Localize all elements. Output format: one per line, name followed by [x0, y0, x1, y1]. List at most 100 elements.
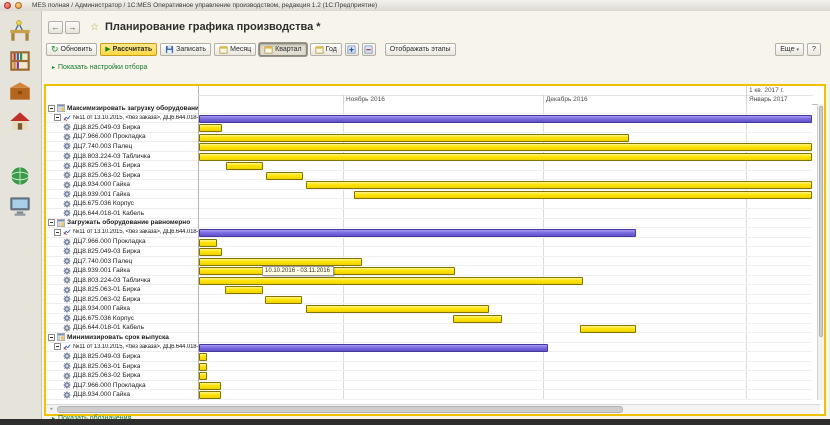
expander-icon[interactable] [54, 114, 61, 121]
task-bar[interactable] [453, 315, 502, 323]
tree-leaf-row[interactable]: ДЦ7.740.003 Палец [46, 257, 198, 267]
month-scale-button[interactable]: Месяц [214, 43, 256, 56]
house-icon[interactable] [4, 108, 36, 134]
task-bar[interactable] [199, 353, 207, 361]
task-bar[interactable] [199, 277, 583, 285]
task-bar[interactable] [266, 172, 303, 180]
horizontal-scrollbar[interactable]: ◂ [46, 404, 820, 414]
tree-leaf-row[interactable]: ДЦ7.966.000 Прокладка [46, 238, 198, 248]
tree-group-row[interactable]: Загружать оборудование равномерно [46, 219, 198, 229]
row-label: ДЦ8.825.049-03 Бирка [73, 353, 140, 360]
tree-leaf-row[interactable]: ДЦ8.825.063-01 Бирка [46, 362, 198, 372]
save-button[interactable]: Записать [160, 43, 211, 56]
task-bar[interactable] [354, 191, 812, 199]
row-label: ДЦ8.825.063-01 Бирка [73, 363, 140, 370]
quarter-scale-button[interactable]: Квартал [259, 43, 306, 56]
expander-icon[interactable] [54, 343, 61, 350]
tree-leaf-row[interactable]: ДЦ8.825.049-03 Бирка [46, 247, 198, 257]
horizontal-scrollbar-thumb[interactable] [57, 406, 623, 413]
scale-increase-button[interactable] [345, 43, 359, 56]
tree-leaf-row[interactable]: ДЦ8.825.063-01 Бирка [46, 161, 198, 171]
bookshelf-icon[interactable] [4, 48, 36, 74]
tree-order-row[interactable]: №11 от 13.10.2015, <без заказа>, ДЦ6.644… [46, 114, 198, 124]
task-bar[interactable] [199, 258, 362, 266]
more-button[interactable]: Еще ▾ [775, 43, 804, 56]
box-icon[interactable] [4, 78, 36, 104]
back-button[interactable]: ← [48, 21, 63, 34]
task-bar[interactable] [199, 248, 222, 256]
task-bar[interactable] [199, 363, 207, 371]
task-bar[interactable] [225, 286, 263, 294]
year-label: Год [326, 46, 337, 53]
task-bar[interactable] [199, 143, 812, 151]
task-bar[interactable] [265, 296, 302, 304]
task-bar[interactable] [199, 153, 812, 161]
show-stages-button[interactable]: Отображать этапы [385, 43, 456, 56]
help-button[interactable]: ? [807, 43, 821, 56]
expander-icon[interactable] [54, 229, 61, 236]
tree-leaf-row[interactable]: ДЦ8.825.063-01 Бирка [46, 285, 198, 295]
tree-order-row[interactable]: №11 от 13.10.2015, <без заказа>, ДЦ6.644… [46, 343, 198, 353]
tree-leaf-row[interactable]: ДЦ8.934.000 Гайка [46, 180, 198, 190]
tree-leaf-row[interactable]: ДЦ7.740.003 Палец [46, 142, 198, 152]
expander-icon[interactable] [48, 105, 55, 112]
tree-leaf-row[interactable]: ДЦ8.825.063-02 Бирка [46, 295, 198, 305]
tree-leaf-row[interactable]: ДЦ8.934.000 Гайка [46, 304, 198, 314]
forward-button[interactable]: → [65, 21, 80, 34]
expander-icon[interactable] [48, 334, 55, 341]
tree-leaf-row[interactable]: ДЦ8.939.001 Гайка [46, 190, 198, 200]
tree-leaf-row[interactable]: ДЦ7.966.000 Прокладка [46, 381, 198, 391]
tree-leaf-row[interactable]: ДЦ7.966.000 Прокладка [46, 133, 198, 143]
order-bar[interactable] [199, 344, 548, 352]
tree-leaf-row[interactable]: ДЦ8.939.001 Гайка [46, 266, 198, 276]
scale-decrease-button[interactable] [362, 43, 376, 56]
tree-leaf-row[interactable]: ДЦ8.825.063-02 Бирка [46, 171, 198, 181]
task-bar[interactable] [306, 181, 812, 189]
tree-group-row[interactable]: Минимизировать срок выпуска [46, 333, 198, 343]
month-header-label: Декабрь 2016 [546, 95, 588, 104]
task-bar[interactable] [226, 162, 263, 170]
favorite-star-icon[interactable]: ☆ [90, 22, 99, 33]
task-bar[interactable] [199, 372, 207, 380]
refresh-button[interactable]: ↻ Обновить [46, 43, 97, 56]
chart-row [199, 304, 812, 314]
tree-leaf-row[interactable]: ДЦ6.644.018-01 Кабель [46, 209, 198, 219]
filter-settings-link[interactable]: ▸ Показать настройки отбора [52, 64, 147, 71]
calculate-button[interactable]: ▶ Рассчитать [100, 43, 157, 56]
window-close-button[interactable] [4, 2, 11, 9]
chart-row [199, 371, 812, 381]
task-bar[interactable] [199, 134, 629, 142]
tree-leaf-row[interactable]: ДЦ8.934.000 Гайка [46, 390, 198, 400]
desk-icon[interactable] [4, 18, 36, 44]
tree-group-row[interactable]: Максимизировать загрузку оборудования [46, 104, 198, 114]
row-label: ДЦ6.644.018-01 Кабель [73, 210, 144, 217]
tree-leaf-row[interactable]: ДЦ6.644.018-01 Кабель [46, 324, 198, 334]
globe-icon[interactable] [4, 163, 36, 189]
tree-leaf-row[interactable]: ДЦ6.675.036 Корпус [46, 199, 198, 209]
vertical-scrollbar-thumb[interactable] [819, 106, 823, 337]
vertical-scrollbar[interactable] [817, 104, 824, 400]
tree-leaf-row[interactable]: ДЦ8.825.063-02 Бирка [46, 371, 198, 381]
monitor-icon[interactable] [4, 193, 36, 219]
tree-leaf-row[interactable]: ДЦ8.825.049-03 Бирка [46, 352, 198, 362]
tree-order-row[interactable]: №11 от 13.10.2015, <без заказа>, ДЦ6.644… [46, 228, 198, 238]
task-bar[interactable] [199, 382, 221, 390]
gear-icon [63, 305, 71, 313]
tree-leaf-row[interactable]: ДЦ8.803.224-03 Табличка [46, 152, 198, 162]
scroll-left-arrow-icon[interactable]: ◂ [47, 406, 55, 413]
task-bar[interactable] [199, 239, 217, 247]
task-bar[interactable] [306, 305, 489, 313]
task-bar[interactable] [199, 391, 221, 399]
task-bar[interactable] [580, 325, 636, 333]
year-scale-button[interactable]: Год [310, 43, 342, 56]
task-bar[interactable] [199, 124, 222, 132]
help-label: ? [812, 46, 816, 53]
tree-leaf-row[interactable]: ДЦ8.803.224-03 Табличка [46, 276, 198, 286]
tree-leaf-row[interactable]: ДЦ6.675.036 Корпус [46, 314, 198, 324]
tree-leaf-row[interactable]: ДЦ8.825.049-03 Бирка [46, 123, 198, 133]
order-bar[interactable] [199, 115, 812, 123]
window-minimize-button[interactable] [15, 2, 22, 9]
expander-icon[interactable] [48, 219, 55, 226]
order-bar[interactable] [199, 229, 636, 237]
date-range-tooltip: 10.10.2016 - 03.11.2016 [262, 266, 334, 276]
